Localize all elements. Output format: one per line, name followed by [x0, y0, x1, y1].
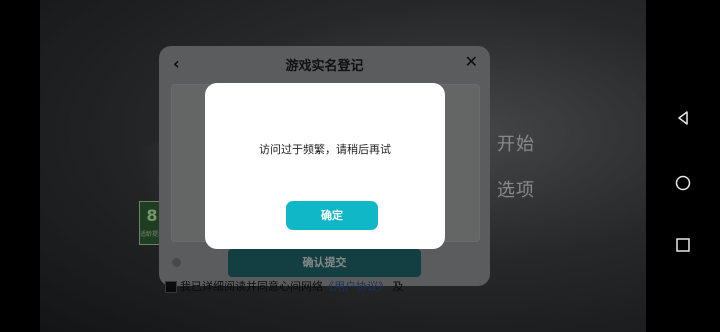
left-letterbox: [0, 0, 40, 332]
back-icon[interactable]: [666, 101, 700, 135]
alert-message: 访问过于频繁，请稍后再试: [259, 143, 391, 156]
alert-dialog: 访问过于频繁，请稍后再试 确定: [205, 83, 445, 249]
android-navigation-bar: [646, 0, 720, 332]
home-icon[interactable]: [666, 166, 700, 200]
confirm-button[interactable]: 确定: [286, 201, 378, 230]
recents-icon[interactable]: [666, 228, 700, 262]
